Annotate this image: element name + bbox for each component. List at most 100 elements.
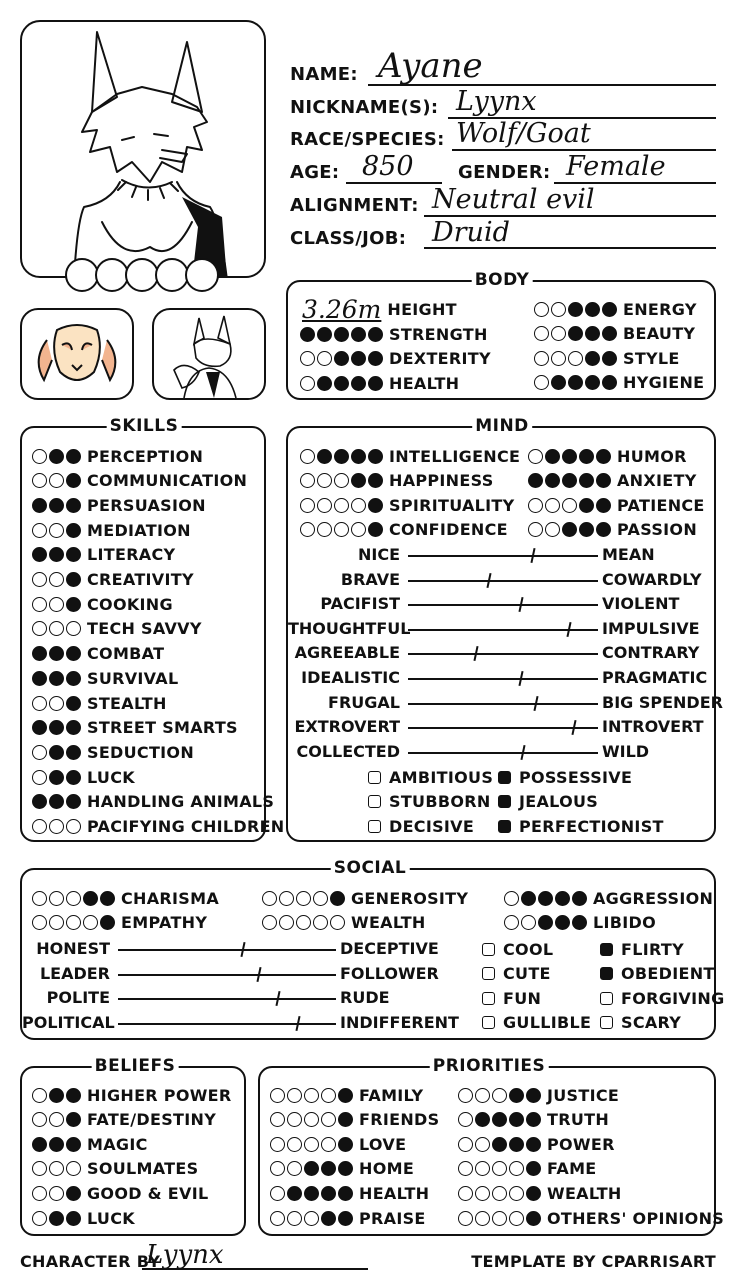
beliefs-section: BELIEFS HIGHER POWER FATE/DESTINY MAGIC SOU… bbox=[20, 1056, 246, 1236]
slider-track bbox=[408, 579, 598, 582]
height-row: 3.26m HEIGHT bbox=[302, 295, 457, 324]
rating-dot bbox=[351, 326, 366, 342]
rating-dot bbox=[526, 1136, 541, 1152]
stat-label: HEALTH bbox=[359, 1183, 430, 1203]
rating-dot bbox=[313, 915, 328, 930]
rating-dot bbox=[551, 326, 566, 341]
empty-box-icon bbox=[482, 967, 495, 981]
rating-dots bbox=[270, 1185, 353, 1201]
rating-dot bbox=[555, 915, 570, 930]
rating-dot bbox=[551, 301, 566, 317]
rating-dots bbox=[32, 720, 81, 736]
rating-dot bbox=[32, 547, 47, 563]
stat-label: PASSION bbox=[617, 520, 698, 540]
mind-stat-row: INTELLIGENCE bbox=[300, 446, 520, 466]
rating-dots bbox=[534, 375, 617, 390]
skill-row: HANDLING ANIMALS bbox=[32, 792, 274, 812]
stat-label: STEALTH bbox=[87, 693, 167, 713]
skill-row: SEDUCTION bbox=[32, 742, 194, 762]
rating-dots bbox=[32, 915, 115, 930]
rating-dot bbox=[338, 1210, 353, 1226]
rating-dot bbox=[49, 1087, 64, 1103]
gender-label: GENDER: bbox=[458, 162, 551, 183]
rating-dot bbox=[49, 448, 64, 464]
rating-dot bbox=[545, 522, 560, 538]
trait-label: FORGIVING bbox=[621, 988, 725, 1008]
rating-dot bbox=[49, 890, 64, 906]
rating-dots bbox=[534, 350, 617, 366]
mind-trait-slider bbox=[408, 594, 598, 614]
rating-dot bbox=[368, 326, 383, 342]
rating-dot bbox=[555, 890, 570, 906]
rating-dot bbox=[504, 890, 519, 906]
rating-dots bbox=[270, 1210, 353, 1226]
rating-dots bbox=[32, 1087, 81, 1103]
body-stat-row: STRENGTH bbox=[300, 324, 488, 344]
slider-track bbox=[408, 727, 598, 730]
stat-label: CHARISMA bbox=[121, 888, 220, 908]
slider-track bbox=[118, 973, 336, 976]
rating-dot bbox=[509, 1136, 524, 1152]
rating-dot bbox=[368, 497, 383, 513]
priority-row: OTHERS' OPINIONS bbox=[458, 1208, 724, 1228]
body-stat-row: ENERGY bbox=[534, 299, 697, 319]
rating-dot bbox=[321, 1136, 336, 1152]
body-stat-row: DEXTERITY bbox=[300, 349, 491, 369]
trait-label: SCARY bbox=[621, 1013, 682, 1033]
social-stat-row: EMPATHY bbox=[32, 913, 207, 933]
rating-dot bbox=[602, 350, 617, 366]
rating-dot bbox=[100, 890, 115, 906]
rating-dot bbox=[66, 646, 81, 662]
rating-dot bbox=[528, 448, 543, 464]
rating-dots bbox=[300, 326, 383, 342]
rating-dots bbox=[458, 1112, 541, 1128]
stat-label: EMPATHY bbox=[121, 913, 208, 932]
stat-label: JUSTICE bbox=[547, 1085, 620, 1105]
rating-dot bbox=[49, 1161, 64, 1177]
rating-dot bbox=[66, 596, 81, 612]
slider-track bbox=[408, 604, 598, 607]
mind-trait-slider bbox=[408, 570, 598, 590]
skill-row: MEDIATION bbox=[32, 520, 191, 540]
rating-dot bbox=[66, 744, 81, 760]
empty-box-icon bbox=[482, 991, 495, 1005]
slider-track bbox=[408, 555, 598, 557]
rating-dots bbox=[32, 473, 81, 489]
stat-label: HYGIENE bbox=[623, 373, 705, 392]
rating-dot bbox=[270, 1136, 285, 1152]
stat-label: PERCEPTION bbox=[87, 446, 204, 466]
rating-dot bbox=[579, 448, 594, 464]
rating-dot bbox=[32, 1185, 47, 1201]
rating-dot bbox=[596, 448, 611, 464]
nickname-label: NICKNAME(S): bbox=[290, 97, 439, 118]
trait-checkbox-item: FUN bbox=[482, 988, 541, 1008]
rating-dot bbox=[458, 1136, 473, 1152]
rating-dot bbox=[585, 301, 600, 317]
rating-dot bbox=[492, 1112, 507, 1128]
rating-dot bbox=[287, 1210, 302, 1226]
rating-dot bbox=[492, 1185, 507, 1201]
rating-dots bbox=[300, 473, 383, 489]
rating-dot bbox=[49, 744, 64, 760]
stat-label: PRAISE bbox=[359, 1208, 426, 1228]
rating-dot bbox=[304, 1210, 319, 1226]
body-stat-row: HYGIENE bbox=[534, 373, 704, 393]
rating-dot bbox=[32, 646, 47, 662]
trait-label: PERFECTIONIST bbox=[519, 816, 664, 836]
rating-dot bbox=[66, 497, 81, 513]
social-stat-row: GENEROSITY bbox=[262, 888, 468, 908]
trait-checkbox-item: PERFECTIONIST bbox=[498, 816, 664, 836]
skill-row: LITERACY bbox=[32, 545, 175, 565]
rating-dot bbox=[521, 915, 536, 930]
rating-dots bbox=[32, 547, 81, 563]
rating-dot bbox=[49, 1185, 64, 1201]
rating-dots bbox=[458, 1210, 541, 1226]
stat-label: ANXIETY bbox=[617, 471, 697, 491]
slider-right-label: RUDE bbox=[340, 988, 390, 1008]
priority-row: LOVE bbox=[270, 1134, 406, 1154]
small-portrait-goat bbox=[20, 308, 134, 400]
rating-dot bbox=[66, 769, 81, 785]
rating-dot bbox=[300, 448, 315, 464]
rating-dot bbox=[49, 497, 64, 513]
stat-label: FAMILY bbox=[359, 1085, 424, 1105]
